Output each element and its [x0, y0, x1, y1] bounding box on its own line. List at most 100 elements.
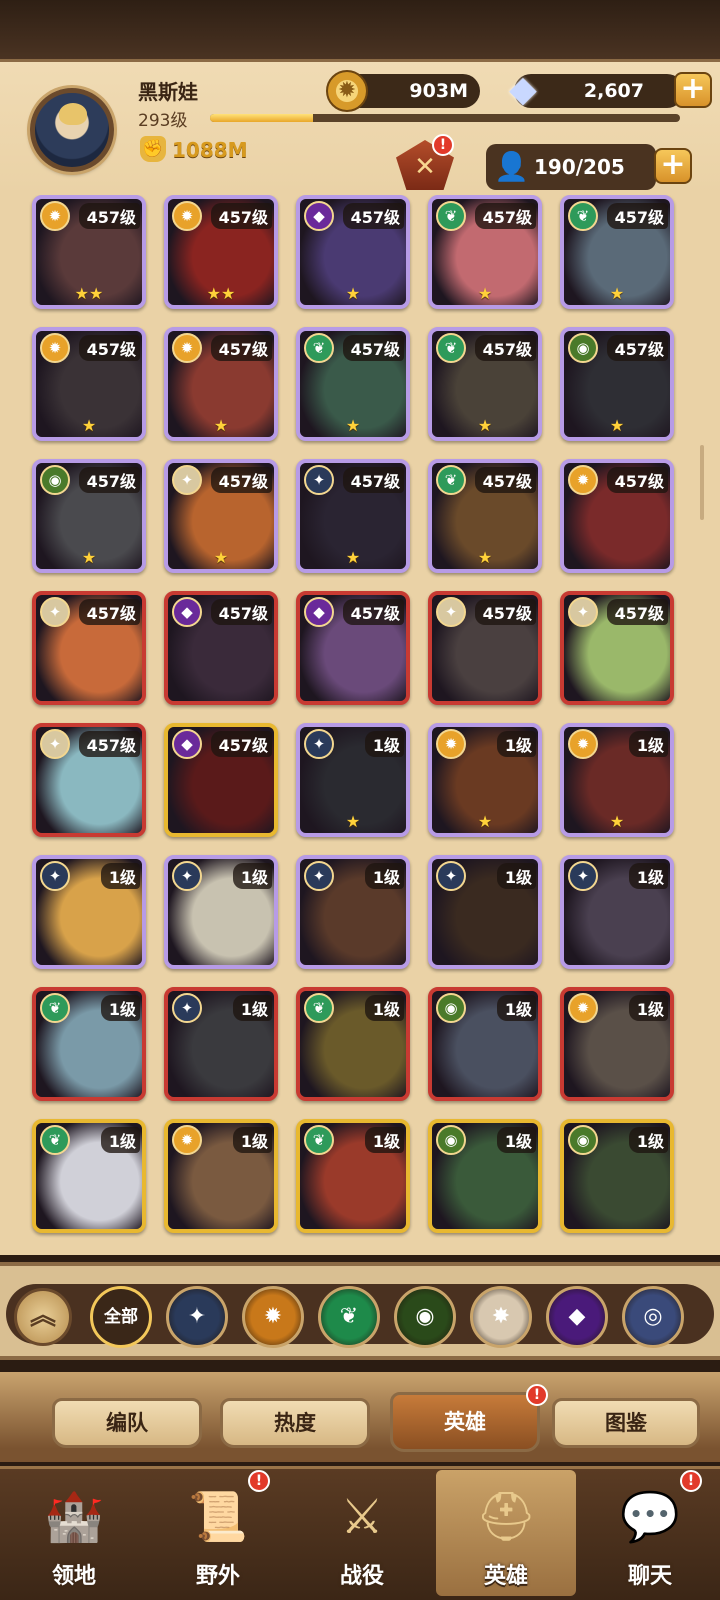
hero-grid[interactable]: ✹ 457级 ★★ ✹ 457级 ★★ ◆ 457级 ★ ❦ 457级 ★ ❦ 457级 ★ ✹ 457级 ★ ✹ 4…: [0, 195, 720, 1255]
player-avatar[interactable]: [30, 88, 114, 172]
hero-card[interactable]: ◆ 457级: [164, 723, 278, 837]
hero-card[interactable]: ✦ 457级 ★: [164, 459, 278, 573]
wilder-icon: ❦: [304, 993, 334, 1023]
nav-alert-badge: !: [248, 1470, 270, 1492]
hero-card[interactable]: ✹ 1级 ★: [428, 723, 542, 837]
add-gems-button[interactable]: +: [674, 72, 712, 108]
hero-level: 457级: [210, 467, 272, 493]
hero-level: 1级: [628, 863, 668, 889]
hero-stars: ★★: [74, 284, 104, 303]
lightbearer-icon: ✹: [172, 201, 202, 231]
hero-card[interactable]: ◆ 457级 ★: [296, 195, 410, 309]
hero-card[interactable]: ❦ 457级 ★: [428, 327, 542, 441]
hero-card[interactable]: ❦ 1级: [296, 1119, 410, 1233]
grid-scrollbar[interactable]: [700, 445, 704, 520]
hero-card[interactable]: ❦ 1级: [296, 987, 410, 1101]
tab-heroes[interactable]: 英雄: [390, 1392, 540, 1452]
tab-lineup[interactable]: 编队: [52, 1398, 202, 1448]
graveborn-icon: ◉: [436, 1125, 466, 1155]
nav-alert-badge: !: [680, 1470, 702, 1492]
nav-item-heroes[interactable]: ⛑ 英雄: [436, 1470, 576, 1596]
tab-popularity[interactable]: 热度: [220, 1398, 370, 1448]
wilder-icon: ❦: [436, 201, 466, 231]
hypogean-filter-icon[interactable]: ◆: [546, 1286, 608, 1348]
hero-card[interactable]: ✹ 457级 ★★: [164, 195, 278, 309]
hero-card[interactable]: ✹ 1级: [560, 987, 674, 1101]
hero-level: 457级: [606, 599, 668, 625]
dimensional-icon: ✦: [304, 861, 334, 891]
hero-card[interactable]: ✹ 457级: [560, 459, 674, 573]
hero-card[interactable]: ✦ 1级: [164, 855, 278, 969]
hero-card[interactable]: ✦ 1级: [560, 855, 674, 969]
hero-level: 1级: [628, 1127, 668, 1153]
tab-codex[interactable]: 图鉴: [552, 1398, 700, 1448]
hero-card[interactable]: ❦ 457级 ★: [296, 327, 410, 441]
lightbearer-icon: ✹: [40, 201, 70, 231]
hero-level: 457级: [606, 203, 668, 229]
hero-card[interactable]: ◉ 457级 ★: [560, 327, 674, 441]
nav-item-campaign[interactable]: ⚔ 战役: [292, 1470, 432, 1596]
dimensional-filter-icon[interactable]: ✦: [166, 1286, 228, 1348]
hero-level: 1级: [496, 863, 536, 889]
graveborn-filter-icon[interactable]: ◉: [394, 1286, 456, 1348]
hero-level: 1级: [232, 995, 272, 1021]
wilder-filter-icon[interactable]: ❦: [318, 1286, 380, 1348]
hero-card[interactable]: ◆ 457级: [296, 591, 410, 705]
hero-card[interactable]: ✦ 457级: [560, 591, 674, 705]
hero-card[interactable]: ❦ 457级 ★: [560, 195, 674, 309]
diamond-icon: ◆: [509, 69, 537, 110]
hero-card[interactable]: ❦ 1级: [32, 1119, 146, 1233]
nav-item-chat[interactable]: 💬 聊天!: [580, 1470, 720, 1596]
expand-roster-button[interactable]: +: [654, 148, 692, 184]
hero-stars: ★: [609, 284, 625, 303]
person-icon: 👤: [494, 150, 529, 183]
hero-card[interactable]: ✦ 1级 ★: [296, 723, 410, 837]
power-value: 1088M: [172, 138, 248, 162]
nav-label: 野外: [195, 1564, 240, 1589]
hero-card[interactable]: ✹ 1级 ★: [560, 723, 674, 837]
hero-card[interactable]: ◉ 1级: [428, 987, 542, 1101]
hero-level: 1级: [496, 995, 536, 1021]
hero-card[interactable]: ✹ 457级 ★: [32, 327, 146, 441]
filter-all-button[interactable]: 全部: [90, 1286, 152, 1348]
hero-card[interactable]: ◆ 457级: [164, 591, 278, 705]
hero-stars: ★: [213, 416, 229, 435]
celestial-icon: ✦: [40, 597, 70, 627]
hero-level: 457级: [474, 599, 536, 625]
hero-card[interactable]: ✦ 1级: [32, 855, 146, 969]
hero-stars: ★: [477, 548, 493, 567]
hero-stars: ★: [609, 812, 625, 831]
hero-card[interactable]: ✹ 1级: [164, 1119, 278, 1233]
hero-card[interactable]: ◉ 1级: [428, 1119, 542, 1233]
graveborn-icon: ◉: [436, 993, 466, 1023]
nav-item-territory[interactable]: 🏰 领地: [4, 1470, 144, 1596]
mauler-filter-icon[interactable]: ◎: [622, 1286, 684, 1348]
hero-card[interactable]: ◉ 1级: [560, 1119, 674, 1233]
hero-level: 457级: [210, 599, 272, 625]
hero-card[interactable]: ❦ 1级: [32, 987, 146, 1101]
hero-card[interactable]: ❦ 457级 ★: [428, 195, 542, 309]
hero-card[interactable]: ✹ 457级 ★★: [32, 195, 146, 309]
nav-item-wild[interactable]: 📜 野外!: [148, 1470, 288, 1596]
hero-card[interactable]: ✹ 457级 ★: [164, 327, 278, 441]
hero-card[interactable]: ◉ 457级 ★: [32, 459, 146, 573]
dimensional-icon: ✦: [568, 861, 598, 891]
hero-card[interactable]: ✦ 1级: [428, 855, 542, 969]
hero-card[interactable]: ✦ 457级: [32, 591, 146, 705]
hero-card[interactable]: ✦ 457级: [32, 723, 146, 837]
hero-level: 457级: [78, 467, 140, 493]
status-strip: [0, 0, 720, 62]
celestial-filter-icon[interactable]: ✸: [470, 1286, 532, 1348]
hero-card[interactable]: ✦ 1级: [296, 855, 410, 969]
lightbearer-icon: ✹: [436, 729, 466, 759]
collapse-filter-button[interactable]: ︽: [14, 1288, 72, 1346]
hero-card[interactable]: ✦ 457级 ★: [296, 459, 410, 573]
hypogean-icon: ◆: [304, 201, 334, 231]
nav-label: 聊天: [627, 1564, 672, 1589]
hero-card[interactable]: ✦ 457级: [428, 591, 542, 705]
castle-icon: 🏰: [44, 1489, 104, 1545]
lightbearer-icon: ✹: [568, 993, 598, 1023]
hero-card[interactable]: ❦ 457级 ★: [428, 459, 542, 573]
lightbearer-filter-icon[interactable]: ✹: [242, 1286, 304, 1348]
hero-card[interactable]: ✦ 1级: [164, 987, 278, 1101]
